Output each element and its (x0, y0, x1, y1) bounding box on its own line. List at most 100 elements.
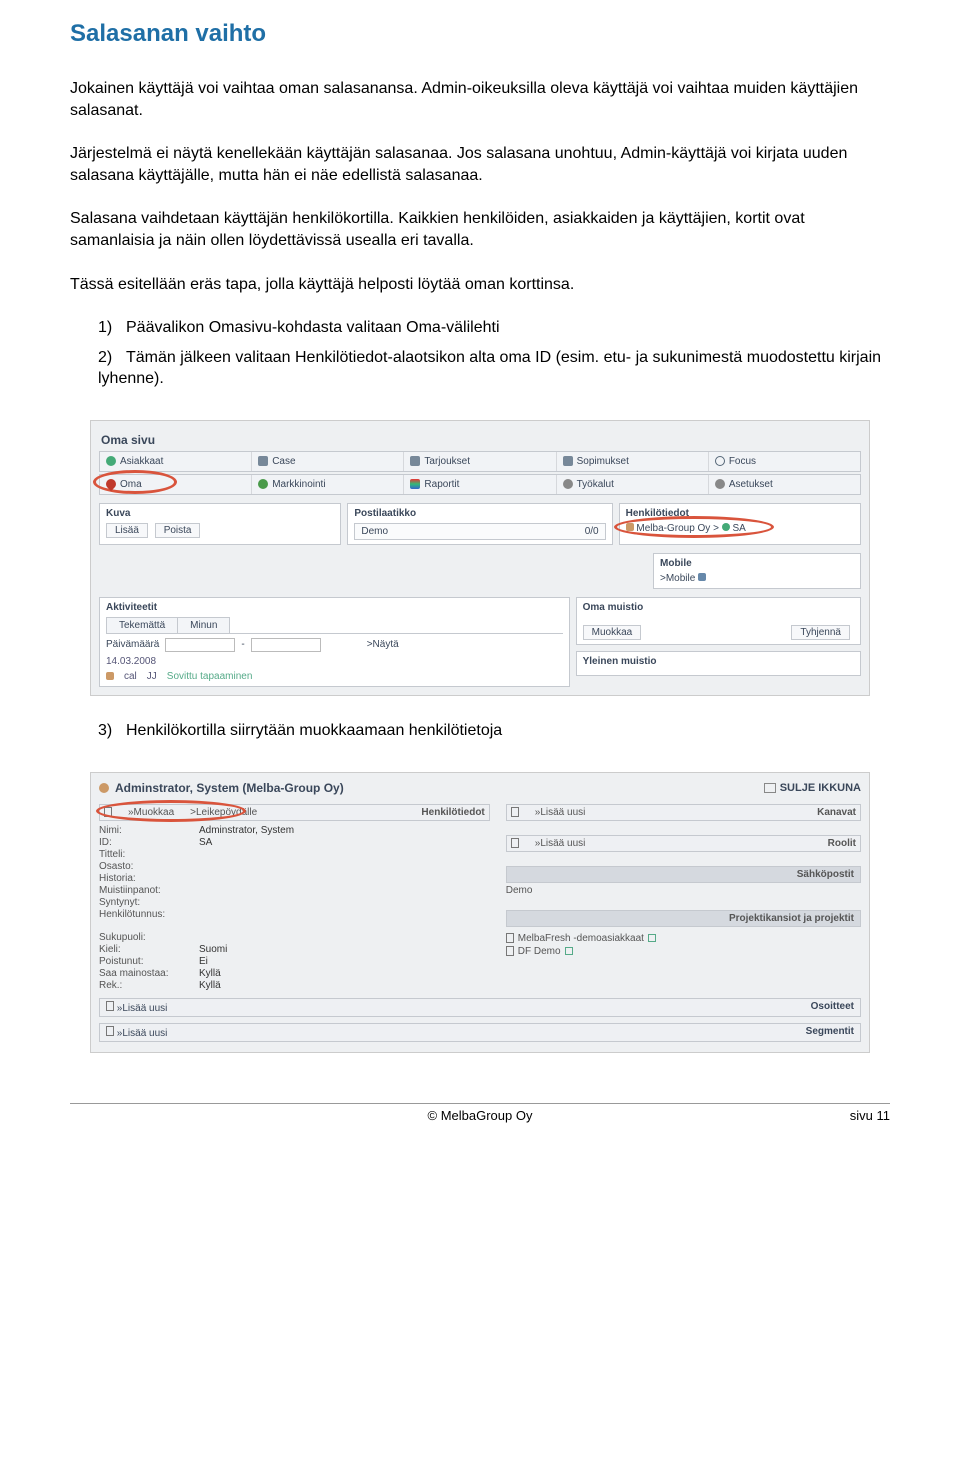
post-count: 0/0 (585, 526, 599, 537)
card-header-name: Adminstrator, System (Melba-Group Oy) (115, 781, 344, 795)
v-nimi: Adminstrator, System (199, 825, 294, 836)
v-rek: Kyllä (199, 980, 221, 991)
focus-icon (715, 456, 725, 466)
panel-post-title: Postilaatikko (354, 508, 605, 519)
link-lisaa-kanavat[interactable]: »Lisää uusi (535, 807, 586, 818)
tab-tyokalut[interactable]: Työkalut (557, 475, 709, 494)
tab-asiakkaat[interactable]: Asiakkaat (100, 452, 252, 471)
k-osasto: Osasto: (99, 861, 199, 872)
link-lisaa-segmentit[interactable]: »Lisää uusi (117, 1028, 168, 1039)
para-4: Tässä esitellään eräs tapa, jolla käyttä… (70, 274, 890, 296)
step-2-text: Tämän jälkeen valitaan Henkilötiedot-ala… (98, 349, 881, 388)
tab-sopimukset[interactable]: Sopimukset (557, 452, 709, 471)
aktiv-filter-row: Päivämäärä - >Näytä (106, 638, 563, 652)
proj-2-label: DF Demo (518, 946, 561, 957)
aktiv-item-row[interactable]: cal JJ Sovittu tapaaminen (106, 671, 563, 682)
panel-kuva-title: Kuva (106, 508, 334, 519)
marketing-icon (258, 479, 268, 489)
mobile-icon (698, 573, 706, 581)
page-footer: © MelbaGroup Oy sivu 11 (70, 1103, 890, 1123)
postbox-row[interactable]: Demo 0/0 (354, 523, 605, 540)
tab-markkinointi-label: Markkinointi (272, 479, 325, 490)
tab-sopimukset-label: Sopimukset (577, 456, 629, 467)
aktiv-text: Sovittu tapaaminen (167, 671, 253, 682)
bar-osoitteet: »Lisää uusi Osoitteet (99, 998, 861, 1017)
para-3: Salasana vaihdetaan käyttäjän henkilökor… (70, 208, 890, 251)
bar-kanavat: »Lisää uusi Kanavat (506, 804, 861, 821)
k-rek: Rek.: (99, 980, 199, 991)
highlight-muokkaa (96, 800, 246, 822)
screenshot-henkilokortti: Adminstrator, System (Melba-Group Oy) SU… (90, 772, 870, 1053)
v-poistunut: Ei (199, 956, 208, 967)
btn-poista[interactable]: Poista (155, 523, 201, 538)
btn-lisaa[interactable]: Lisää (106, 523, 148, 538)
tab-focus[interactable]: Focus (709, 452, 860, 471)
proj-item-1[interactable]: MelbaFresh -demoasiakkaat (506, 933, 861, 944)
tab-case[interactable]: Case (252, 452, 404, 471)
subtab-tekematta[interactable]: Tekemättä (106, 617, 178, 633)
panel-yleinen-muistio: Yleinen muistio (576, 651, 861, 676)
k-poistunut: Poistunut: (99, 956, 199, 967)
btn-muokkaa[interactable]: Muokkaa (583, 625, 642, 640)
panel-mobile: Mobile >Mobile (653, 553, 861, 589)
printer-icon (764, 783, 776, 793)
tab-tarjoukset-label: Tarjoukset (424, 456, 470, 467)
aktiv-cal: cal (124, 671, 137, 682)
link-lisaa-osoitteet[interactable]: »Lisää uusi (117, 1003, 168, 1014)
link-lisaa-roolit[interactable]: »Lisää uusi (535, 838, 586, 849)
oma-sivu-heading: Oma sivu (99, 429, 861, 451)
panel-aktiv-title: Aktiviteetit (106, 602, 563, 613)
tab-tarjoukset[interactable]: Tarjoukset (404, 452, 556, 471)
label-segmentit: Segmentit (806, 1026, 854, 1039)
k-historia: Historia: (99, 873, 199, 884)
date-from-input[interactable] (165, 638, 235, 652)
label-roolit: Roolit (828, 838, 856, 849)
footer-page: sivu 11 (810, 1108, 890, 1123)
bar-roolit: »Lisää uusi Roolit (506, 835, 861, 852)
close-window[interactable]: SULJE IKKUNA (764, 782, 861, 794)
tab-asetukset[interactable]: Asetukset (709, 475, 860, 494)
contract-icon (563, 456, 573, 466)
btn-tyhjenna[interactable]: Tyhjennä (791, 625, 850, 640)
tab-raportit-label: Raportit (424, 479, 459, 490)
panel-henkilotiedot: Henkilötiedot Melba-Group Oy > SA (619, 503, 861, 545)
k-nimi: Nimi: (99, 825, 199, 836)
bar-henkilotiedot: Henkilötiedot (421, 807, 484, 818)
cal-icon (106, 672, 114, 680)
k-henkilotunnus: Henkilötunnus: (99, 909, 199, 920)
k-syntynyt: Syntynyt: (99, 897, 199, 908)
show-link[interactable]: >Näytä (367, 639, 399, 650)
step-3-text: Henkilökortilla siirrytään muokkaamaan h… (126, 722, 502, 739)
case-icon (258, 456, 268, 466)
date-to-input[interactable] (251, 638, 321, 652)
aktiv-date: 14.03.2008 (106, 656, 156, 667)
action-bar: »Muokkaa >Leikepöydälle Henkilötiedot (99, 804, 490, 821)
v-saamainostaa: Kyllä (199, 968, 221, 979)
step-1-text: Päävalikon Omasivu-kohdasta valitaan Oma… (126, 319, 500, 336)
mobile-link[interactable]: >Mobile (660, 573, 854, 584)
doc-icon (106, 1026, 114, 1036)
mobile-link-text: >Mobile (660, 573, 695, 584)
screenshot-oma-sivu: Oma sivu Asiakkaat Case Tarjoukset Sopim… (90, 420, 870, 696)
aktiv-subtabs: Tekemättä Minun (106, 617, 563, 634)
ext-link-icon (648, 934, 656, 942)
tab-markkinointi[interactable]: Markkinointi (252, 475, 404, 494)
card-header: Adminstrator, System (Melba-Group Oy) SU… (99, 779, 861, 797)
doc-icon (106, 1001, 114, 1011)
tabrow-1: Asiakkaat Case Tarjoukset Sopimukset Foc… (99, 451, 861, 472)
folder-icon (506, 933, 514, 943)
fields-block-2: Sukupuoli: Kieli:Suomi Poistunut:Ei Saa … (99, 932, 490, 991)
subtab-minun[interactable]: Minun (177, 617, 230, 633)
offer-icon (410, 456, 420, 466)
tab-raportit[interactable]: Raportit (404, 475, 556, 494)
para-1: Jokainen käyttäjä voi vaihtaa oman salas… (70, 78, 890, 121)
panel-oma-muistio: Oma muistio Muokkaa Tyhjennä (576, 597, 861, 645)
panel-mobile-title: Mobile (660, 558, 854, 569)
tools-icon (563, 479, 573, 489)
proj-item-2[interactable]: DF Demo (506, 946, 861, 957)
tab-tyokalut-label: Työkalut (577, 479, 614, 490)
step-3: 3)Henkilökortilla siirrytään muokkaamaan… (98, 720, 890, 742)
section-projektit: Projektikansiot ja projektit (506, 910, 861, 927)
k-id: ID: (99, 837, 199, 848)
tabrow-2: Oma Markkinointi Raportit Työkalut Asetu… (99, 474, 861, 495)
